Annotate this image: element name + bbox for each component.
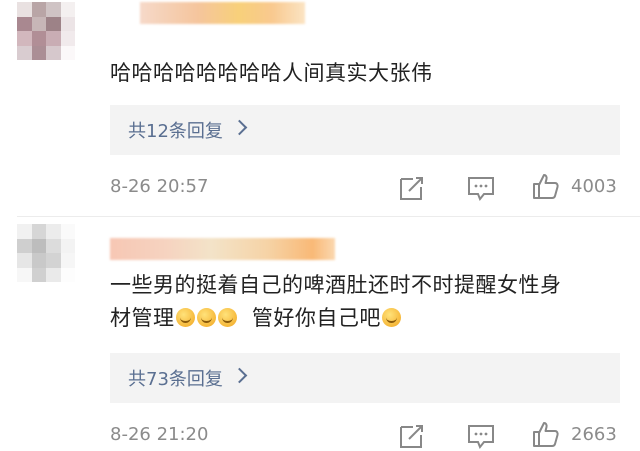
share-icon[interactable]: [397, 421, 427, 451]
chevron-right-icon: [231, 367, 248, 384]
comment-timestamp: 8-26 21:20: [110, 424, 209, 445]
sweat-smile-emoji: [381, 308, 401, 327]
replies-box[interactable]: 共73条回复: [110, 353, 620, 403]
like-count: 4003: [571, 176, 617, 197]
comment-item: 一些男的挺着自己的啤酒肚还时不时提醒女性身 材管理 管好你自己吧 共73条回复 …: [0, 222, 640, 449]
like-count: 2663: [571, 424, 617, 445]
comment-icon[interactable]: [466, 421, 496, 451]
thumbs-up-icon[interactable]: [531, 171, 561, 201]
comment-icon[interactable]: [466, 173, 496, 203]
comment-text-line: 材管理 管好你自己吧: [110, 302, 562, 335]
replies-link[interactable]: 共12条回复: [128, 117, 223, 143]
comment-item: 哈哈哈哈哈哈哈哈人间真实大张伟 共12条回复 8-26 20:57 4003: [0, 0, 640, 215]
chevron-right-icon: [231, 119, 248, 136]
replies-box[interactable]: 共12条回复: [110, 105, 620, 155]
sweat-smile-emoji: [196, 308, 216, 327]
sweat-smile-emoji: [217, 308, 237, 327]
sweat-smile-emoji: [175, 308, 195, 327]
username-blurred[interactable]: [140, 2, 305, 24]
comment-text: 一些男的挺着自己的啤酒肚还时不时提醒女性身 材管理 管好你自己吧: [110, 269, 562, 335]
comment-text-fragment: 材管理: [110, 306, 175, 330]
divider: [17, 216, 640, 217]
username-blurred[interactable]: [110, 238, 335, 260]
thumbs-up-icon[interactable]: [531, 419, 561, 449]
avatar[interactable]: [17, 224, 75, 282]
replies-link[interactable]: 共73条回复: [128, 365, 223, 391]
comment-text-fragment: 管好你自己吧: [251, 306, 381, 330]
share-icon[interactable]: [397, 173, 427, 203]
avatar[interactable]: [17, 2, 75, 60]
comment-text-line: 一些男的挺着自己的啤酒肚还时不时提醒女性身: [110, 273, 562, 297]
comment-timestamp: 8-26 20:57: [110, 176, 209, 197]
comment-text: 哈哈哈哈哈哈哈哈人间真实大张伟: [110, 61, 433, 85]
